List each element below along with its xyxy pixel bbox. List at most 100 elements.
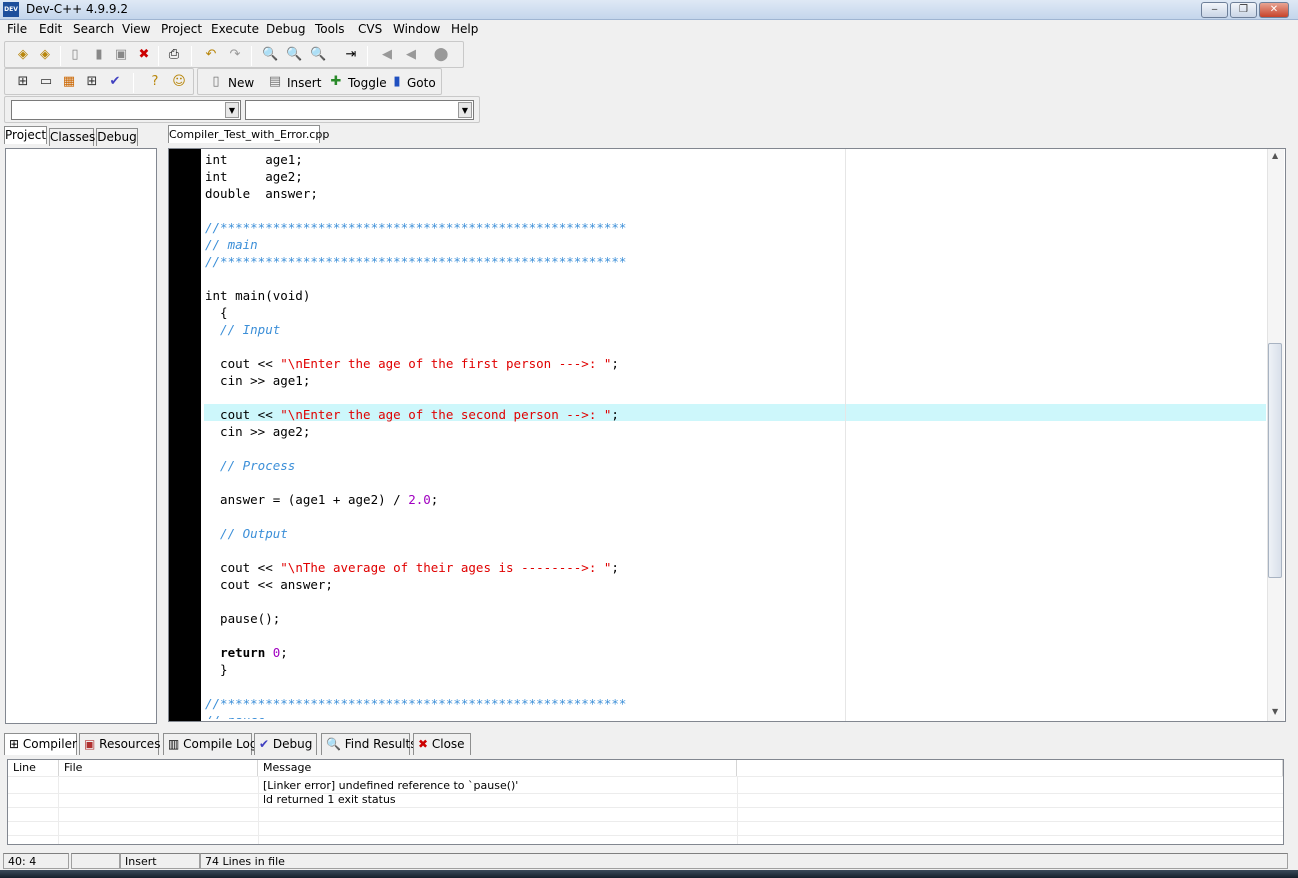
result-message[interactable]: ld returned 1 exit status <box>258 793 396 807</box>
tab-resources[interactable]: ▣ Resources <box>79 733 160 755</box>
code-line[interactable]: cout << answer; <box>205 576 333 593</box>
code-text[interactable]: int age1; int age2; double answer; //******… <box>205 151 1265 719</box>
tab-find-results[interactable]: 🔍 Find Results <box>321 733 417 755</box>
code-line[interactable]: //**************************************… <box>205 695 626 712</box>
menu-file[interactable]: File <box>7 22 27 36</box>
check-syntax-icon[interactable]: ✔ <box>107 74 123 90</box>
scroll-up-icon[interactable]: ▲ <box>1272 151 1278 160</box>
tab-close[interactable]: ✖ Close <box>413 733 471 755</box>
menu-cvs[interactable]: CVS <box>358 22 382 36</box>
help-icon[interactable]: ? <box>147 74 163 90</box>
tab-debug[interactable]: Debug <box>96 128 138 146</box>
code-line[interactable]: //**************************************… <box>205 253 626 270</box>
compile-run-icon[interactable]: ▦ <box>61 74 77 90</box>
member-combo[interactable]: ▼ <box>245 100 474 120</box>
code-line[interactable]: int age1; <box>205 151 303 168</box>
code-line[interactable]: int age2; <box>205 168 303 185</box>
code-line[interactable]: // Input <box>205 321 280 338</box>
insert-icon[interactable]: ▤ <box>267 74 283 90</box>
tab-project[interactable]: Project <box>4 126 47 144</box>
code-line[interactable]: int main(void) <box>205 287 310 304</box>
goto-icon[interactable]: ▮ <box>389 74 405 90</box>
code-line[interactable]: cout << "\nEnter the age of the second p… <box>205 406 619 423</box>
code-line[interactable]: { <box>205 304 228 321</box>
tab-close-label: Close <box>431 737 465 751</box>
window-title: Dev-C++ 4.9.9.2 <box>26 2 129 16</box>
code-line[interactable]: pause(); <box>205 610 280 627</box>
indent-icon[interactable]: ◀ <box>403 47 419 63</box>
menu-help[interactable]: Help <box>451 22 478 36</box>
main-toolbar: ◈ ◈ ▯ ▮ ▣ ✖ ⎙ ↶ ↷ 🔍 🔍 🔍 ⇥ ◀ ◀ ⬤ <box>4 41 464 68</box>
close-window-button[interactable]: ✕ <box>1259 2 1289 18</box>
code-line[interactable]: cout << "\nThe average of their ages is … <box>205 559 619 576</box>
goto-line-icon[interactable]: ⇥ <box>343 47 359 63</box>
code-line[interactable]: answer = (age1 + age2) / 2.0; <box>205 491 438 508</box>
undo-icon[interactable]: ↶ <box>203 47 219 63</box>
insert-label[interactable]: Insert <box>287 76 321 90</box>
file-tab[interactable]: Compiler_Test_with_Error.cpp <box>168 125 329 143</box>
find-next-icon[interactable]: 🔍 <box>310 47 326 63</box>
redo-icon[interactable]: ↷ <box>227 47 243 63</box>
tab-compiler[interactable]: ⊞ Compiler <box>4 733 77 755</box>
class-toolbar: ▯ New ▤ Insert ✚ Toggle ▮ Goto <box>197 68 442 95</box>
save-icon[interactable]: ▮ <box>91 47 107 63</box>
compile-icon[interactable]: ⊞ <box>15 74 31 90</box>
scrollbar-thumb[interactable] <box>1268 343 1282 578</box>
code-line[interactable]: cin >> age2; <box>205 423 310 440</box>
status-modified <box>71 853 120 869</box>
about-icon[interactable]: ☺ <box>171 74 187 90</box>
code-line[interactable]: } <box>205 661 228 678</box>
find-icon[interactable]: 🔍 <box>262 47 278 63</box>
class-combo[interactable]: ▼ <box>11 100 241 120</box>
close-file-icon[interactable]: ✖ <box>136 47 152 63</box>
open-project-icon[interactable]: ◈ <box>15 47 31 63</box>
menu-view[interactable]: View <box>122 22 150 36</box>
toggle-icon[interactable]: ✚ <box>328 74 344 90</box>
column-line[interactable]: Line <box>8 760 59 776</box>
column-message[interactable]: Message <box>258 760 737 776</box>
menu-edit[interactable]: Edit <box>39 22 62 36</box>
menu-window[interactable]: Window <box>393 22 440 36</box>
bookmark-icon[interactable]: ⬤ <box>433 47 449 63</box>
unindent-icon[interactable]: ◀ <box>379 47 395 63</box>
code-line[interactable]: // pause <box>205 712 265 719</box>
line-gutter <box>169 149 201 721</box>
tab-debug-output[interactable]: ✔ Debug <box>254 733 317 755</box>
chevron-down-icon[interactable]: ▼ <box>458 102 472 118</box>
maximize-button[interactable]: ❐ <box>1230 2 1257 18</box>
minimize-button[interactable]: ‒ <box>1201 2 1228 18</box>
menu-execute[interactable]: Execute <box>211 22 259 36</box>
goto-label[interactable]: Goto <box>407 76 436 90</box>
menu-debug[interactable]: Debug <box>266 22 305 36</box>
code-line[interactable]: // Output <box>205 525 288 542</box>
open-recent-icon[interactable]: ◈ <box>37 47 53 63</box>
menu-project[interactable]: Project <box>161 22 202 36</box>
code-line[interactable]: cout << "\nEnter the age of the first pe… <box>205 355 619 372</box>
code-line[interactable]: // Process <box>205 457 295 474</box>
code-line[interactable]: //**************************************… <box>205 219 626 236</box>
code-line[interactable]: return 0; <box>205 644 288 661</box>
code-line[interactable]: // main <box>205 236 258 253</box>
column-file[interactable]: File <box>59 760 258 776</box>
scroll-down-icon[interactable]: ▼ <box>1272 707 1278 716</box>
run-icon[interactable]: ▭ <box>38 74 54 90</box>
tab-compiler-label: Compiler <box>22 737 77 751</box>
debug-icon: ✔ <box>259 737 273 751</box>
tab-compile-log[interactable]: ▥ Compile Log <box>163 733 257 755</box>
new-class-icon[interactable]: ▯ <box>208 74 224 90</box>
new-file-icon[interactable]: ▯ <box>67 47 83 63</box>
replace-icon[interactable]: 🔍 <box>286 47 302 63</box>
project-tree[interactable] <box>5 148 157 724</box>
chevron-down-icon[interactable]: ▼ <box>225 102 239 118</box>
menu-tools[interactable]: Tools <box>315 22 345 36</box>
save-all-icon[interactable]: ▣ <box>113 47 129 63</box>
code-line[interactable]: double answer; <box>205 185 318 202</box>
toggle-label[interactable]: Toggle <box>348 76 387 90</box>
new-label[interactable]: New <box>228 76 254 90</box>
rebuild-icon[interactable]: ⊞ <box>84 74 100 90</box>
code-line[interactable]: cin >> age1; <box>205 372 310 389</box>
tab-classes[interactable]: Classes <box>49 128 95 146</box>
result-message[interactable]: [Linker error] undefined reference to `p… <box>258 779 518 793</box>
print-icon[interactable]: ⎙ <box>166 47 182 63</box>
menu-search[interactable]: Search <box>73 22 114 36</box>
